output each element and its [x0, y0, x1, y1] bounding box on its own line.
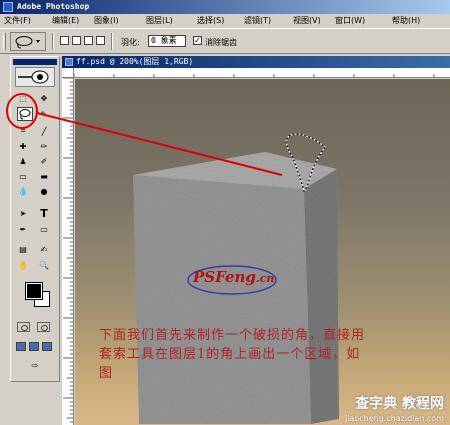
- document-title-bar[interactable]: ff.psd @ 200%(图层 1,RGB): [62, 56, 450, 68]
- document-title: ff.psd @ 200%(图层 1,RGB): [76, 57, 194, 66]
- subtract-selection-button[interactable]: [84, 36, 93, 45]
- workspace-left-edge: [0, 54, 10, 425]
- foreground-color-swatch[interactable]: [25, 282, 43, 300]
- zoom-icon[interactable]: 🔍: [37, 259, 51, 271]
- move-icon[interactable]: ✥: [37, 92, 51, 104]
- options-divider: [111, 33, 113, 50]
- crop-icon[interactable]: ⌗: [16, 125, 30, 137]
- adobe-eye-icon[interactable]: [15, 67, 55, 87]
- menu-help[interactable]: 帮助(H): [392, 14, 420, 28]
- feather-label: 羽化:: [121, 38, 140, 47]
- image-canvas[interactable]: PSFeng.cn 下面我们首先来制作一个破损的角，直接用 套索工具在图层1的角…: [75, 79, 450, 425]
- options-divider: [52, 33, 54, 50]
- jump-to-imageready-icon[interactable]: ⇨: [25, 359, 45, 371]
- screen-mode-full-icon[interactable]: [42, 342, 52, 351]
- add-selection-button[interactable]: [72, 36, 81, 45]
- notes-icon[interactable]: ▤: [16, 243, 30, 255]
- box-left-face: [133, 175, 311, 424]
- menu-view[interactable]: 视图(V): [293, 14, 321, 28]
- dodge-icon[interactable]: ●: [37, 185, 51, 197]
- eyedropper-icon[interactable]: ✍: [37, 243, 51, 255]
- marquee-icon[interactable]: ⬚: [16, 92, 30, 104]
- menu-image[interactable]: 图象(I): [94, 14, 119, 28]
- new-selection-button[interactable]: [60, 36, 69, 45]
- slice-icon[interactable]: ╱: [37, 125, 51, 137]
- intersect-selection-button[interactable]: [96, 36, 105, 45]
- lasso-icon[interactable]: [17, 107, 33, 121]
- document-window: ff.psd @ 200%(图层 1,RGB) PSFeng.cn 下面我们首先…: [62, 56, 450, 425]
- watermark-url: jiaocheng.chazidian.com: [344, 414, 444, 423]
- annotation-line-3: 图: [99, 366, 114, 381]
- menu-file[interactable]: 文件(F): [4, 14, 31, 28]
- menu-layer[interactable]: 图层(L): [146, 14, 173, 28]
- quickmask-mode-icon[interactable]: [37, 322, 50, 332]
- title-bar: Adobe Photoshop: [0, 0, 450, 14]
- magic-wand-icon[interactable]: ✎: [37, 108, 51, 120]
- vertical-ruler[interactable]: [62, 78, 74, 425]
- toolbox-header[interactable]: [13, 59, 57, 65]
- options-bar: 羽化: 0 象素 ✓ 消除锯齿: [0, 28, 450, 54]
- pen-icon[interactable]: ✒: [16, 223, 30, 235]
- stamp-icon[interactable]: ♟: [16, 155, 30, 167]
- history-brush-icon[interactable]: ✐: [37, 155, 51, 167]
- shape-icon[interactable]: ▭: [37, 223, 51, 235]
- psfeng-logo: PSFeng.cn: [193, 268, 275, 286]
- menu-select[interactable]: 选择(S): [197, 14, 224, 28]
- toolbox: ⬚ ✥ ✎ ⌗ ╱ ✚ ✏ ♟ ✐ ▭ ▬ 💧 ● ➤ T ✒ ▭ ▤ ✍ ✋ …: [10, 56, 60, 382]
- horizontal-ruler[interactable]: [74, 68, 450, 78]
- window-title: Adobe Photoshop: [17, 2, 90, 11]
- tool-preset-picker[interactable]: [10, 32, 46, 51]
- feather-input[interactable]: 0 象素: [148, 35, 186, 47]
- menu-window[interactable]: 窗口(W): [335, 14, 365, 28]
- path-selection-icon[interactable]: ➤: [16, 207, 30, 219]
- annotation-line-1: 下面我们首先来制作一个破损的角，直接用: [99, 328, 366, 343]
- antialias-label: 消除锯齿: [205, 38, 237, 47]
- brush-icon[interactable]: ✏: [37, 140, 51, 152]
- lasso-icon: [15, 36, 40, 49]
- options-grip[interactable]: [3, 33, 6, 50]
- watermark-title: 查字典 教程网: [355, 396, 444, 412]
- menu-edit[interactable]: 编辑(E): [52, 14, 79, 28]
- screen-mode-standard-icon[interactable]: [16, 342, 26, 351]
- menu-filter[interactable]: 滤镜(T): [244, 14, 271, 28]
- healing-brush-icon[interactable]: ✚: [16, 140, 30, 152]
- antialias-checkbox[interactable]: ✓: [193, 36, 202, 45]
- blur-icon[interactable]: 💧: [16, 185, 30, 197]
- type-icon[interactable]: T: [37, 207, 51, 220]
- standard-mode-icon[interactable]: [17, 322, 30, 332]
- annotation-line-2: 套索工具在图层1的角上画出一个区域，如: [99, 347, 361, 362]
- document-icon: [65, 58, 73, 66]
- screen-mode-full-menu-icon[interactable]: [29, 342, 39, 351]
- photoshop-icon: [3, 2, 13, 12]
- ruler-origin[interactable]: [62, 68, 74, 78]
- gradient-icon[interactable]: ▬: [37, 170, 51, 182]
- hand-icon[interactable]: ✋: [16, 259, 30, 271]
- eraser-icon[interactable]: ▭: [16, 170, 30, 182]
- photoshop-window: Adobe Photoshop 文件(F) 编辑(E) 图象(I) 图层(L) …: [0, 0, 450, 425]
- menu-bar: 文件(F) 编辑(E) 图象(I) 图层(L) 选择(S) 滤镜(T) 视图(V…: [0, 14, 450, 28]
